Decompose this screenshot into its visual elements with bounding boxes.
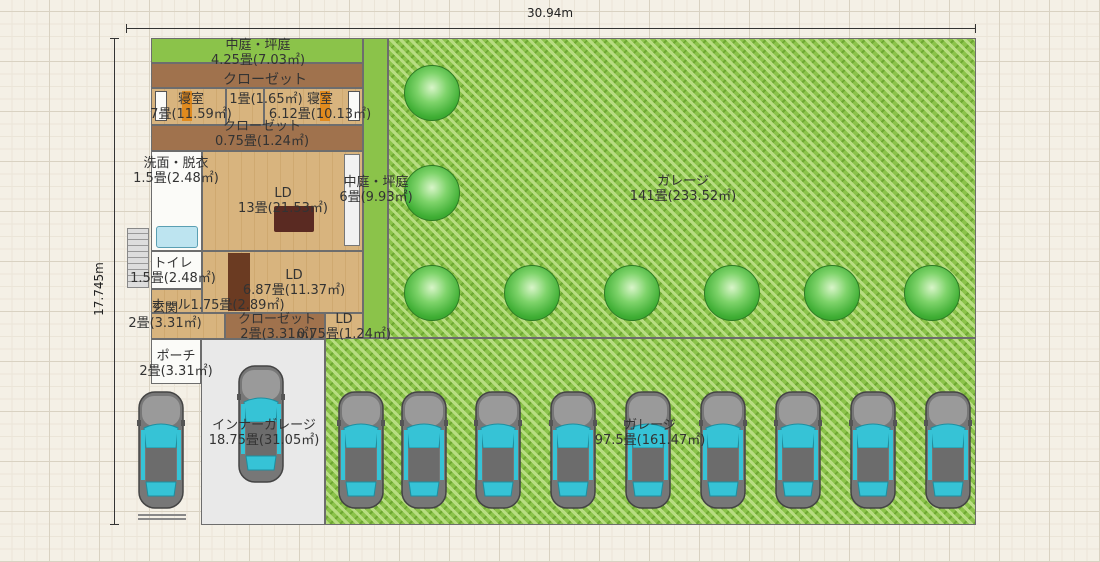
- ld-small-area[interactable]: [325, 313, 363, 339]
- car-icon: [774, 391, 822, 509]
- height-dim-tick-bottom: [110, 524, 119, 525]
- bed-right-icon: [348, 91, 360, 121]
- car-icon: [549, 391, 597, 509]
- bed-right-pillow-icon: [320, 91, 330, 121]
- tree-icon: [504, 265, 560, 321]
- car-icon: [699, 391, 747, 509]
- car-icon: [337, 391, 385, 509]
- closet-mid-area[interactable]: [151, 125, 363, 151]
- width-dimension-line: [126, 28, 976, 29]
- courtyard-mid-area[interactable]: [363, 38, 388, 338]
- tree-icon: [904, 265, 960, 321]
- garage-big-area[interactable]: [388, 38, 976, 338]
- tree-icon: [404, 265, 460, 321]
- tree-icon: [804, 265, 860, 321]
- height-dimension-line: [114, 38, 115, 525]
- ld-main-area[interactable]: [202, 151, 363, 251]
- bedroom-mid-area[interactable]: [226, 88, 264, 125]
- entrance-area[interactable]: [151, 313, 225, 339]
- porch-area[interactable]: [151, 339, 201, 384]
- width-dim-tick-right: [975, 24, 976, 33]
- bed-left-icon: [155, 91, 167, 121]
- hall-area[interactable]: [151, 289, 202, 313]
- tree-icon: [404, 65, 460, 121]
- car-icon: [624, 391, 672, 509]
- car-icon: [237, 365, 285, 483]
- width-dim-tick-left: [126, 24, 127, 33]
- bed-left-pillow-icon: [182, 91, 192, 121]
- width-dimension-label: 30.94m: [527, 6, 574, 20]
- courtyard-top-area[interactable]: [151, 38, 363, 63]
- cabinet-icon: [228, 253, 250, 311]
- height-dimension-label: 17.745m: [91, 262, 106, 316]
- toilet-area[interactable]: [151, 251, 202, 289]
- ld-second-area[interactable]: [202, 251, 363, 313]
- tree-icon: [704, 265, 760, 321]
- height-dim-tick-top: [110, 38, 119, 39]
- closet-low-area[interactable]: [225, 313, 325, 339]
- closet-top-area[interactable]: [151, 63, 363, 88]
- car-icon: [924, 391, 972, 509]
- drain-grate-icon: [138, 514, 186, 520]
- car-icon: [849, 391, 897, 509]
- car-icon: [137, 391, 185, 509]
- kitchen-counter-icon: [344, 154, 360, 246]
- dining-table-icon: [274, 206, 314, 232]
- bathtub-icon: [156, 226, 198, 248]
- tree-icon: [404, 165, 460, 221]
- tree-icon: [604, 265, 660, 321]
- car-icon: [400, 391, 448, 509]
- car-icon: [474, 391, 522, 509]
- stairs-icon: [127, 228, 149, 288]
